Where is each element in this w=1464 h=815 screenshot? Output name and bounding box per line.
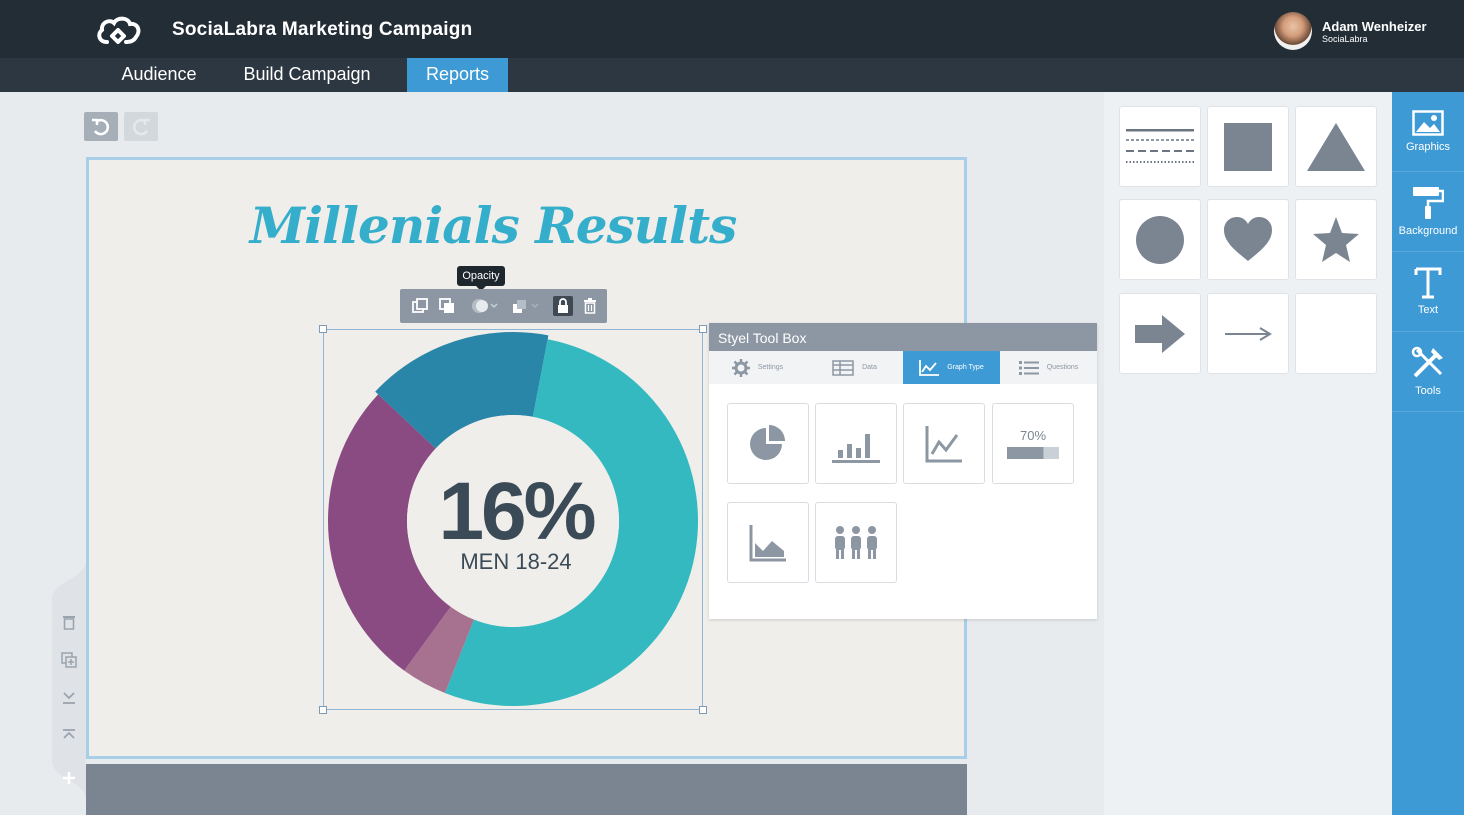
opacity-tooltip: Opacity [457, 266, 505, 291]
style-toolbox: Styel Tool Box Settings Data Graph Type … [709, 323, 1097, 619]
sidebar-item-background[interactable]: Background [1392, 172, 1464, 252]
bar-chart-icon [832, 433, 880, 463]
redo-button[interactable] [124, 112, 158, 141]
tab-audience[interactable]: Audience [104, 58, 214, 92]
tab-label: Questions [1046, 364, 1079, 371]
sidebar-item-label: Text [1417, 304, 1439, 316]
graph-option-people[interactable] [815, 502, 897, 583]
pie-chart-icon [750, 424, 785, 460]
graph-option-progress[interactable]: 70% [992, 403, 1074, 484]
app-title: SociaLabra Marketing Campaign [172, 19, 473, 40]
side-tools-background [52, 560, 86, 800]
resize-handle[interactable] [319, 706, 327, 714]
user-organization: SociaLabra [1322, 34, 1368, 44]
canvas-footer [86, 764, 967, 815]
trash-icon[interactable] [580, 296, 600, 316]
side-tools [52, 560, 86, 800]
text-icon [1414, 267, 1442, 299]
tab-label: Settings [757, 364, 784, 371]
progress-bar-icon [1007, 447, 1059, 459]
cloud-logo-icon[interactable] [95, 14, 143, 48]
people-chart-icon [835, 525, 877, 559]
arrow-line-icon [1225, 326, 1272, 341]
graphics-gallery [1104, 92, 1392, 815]
undo-icon [92, 118, 110, 136]
lock-icon[interactable] [553, 296, 573, 316]
delete-icon[interactable] [60, 613, 78, 631]
tab-data[interactable]: Data [806, 351, 903, 384]
sidebar-item-label: Tools [1415, 385, 1441, 397]
shape-triangle[interactable] [1295, 106, 1377, 187]
user-name[interactable]: Adam Wenheizer [1322, 19, 1427, 34]
main-nav: Audience Build Campaign Reports [0, 58, 1464, 92]
tab-reports[interactable]: Reports [407, 58, 508, 92]
paint-roller-icon [1413, 187, 1444, 219]
list-icon [1018, 360, 1039, 375]
move-up-icon[interactable] [60, 726, 78, 744]
tab-label: Data [862, 364, 877, 371]
undo-button[interactable] [84, 112, 118, 141]
sidebar-item-text[interactable]: Text [1392, 252, 1464, 332]
shape-star[interactable] [1295, 199, 1377, 280]
move-down-icon[interactable] [60, 689, 78, 707]
table-icon [832, 359, 854, 376]
shape-block-arrow[interactable] [1119, 293, 1201, 374]
add-copy-icon[interactable] [60, 651, 78, 669]
heart-icon [1224, 216, 1272, 261]
area-chart-icon [749, 524, 786, 561]
triangle-icon [1307, 122, 1365, 171]
tab-questions[interactable]: Questions [1000, 351, 1097, 384]
shape-lines[interactable] [1119, 106, 1201, 187]
element-toolbar [400, 289, 607, 323]
add-icon[interactable] [60, 769, 78, 787]
tools-icon [1411, 346, 1443, 378]
donut-percentage: 16% [438, 466, 596, 557]
toolbox-title: Styel Tool Box [709, 323, 1097, 351]
graph-option-line[interactable] [903, 403, 985, 484]
shape-square[interactable] [1207, 106, 1289, 187]
shape-heart[interactable] [1207, 199, 1289, 280]
layer-order-icon[interactable] [509, 296, 541, 316]
redo-icon [132, 118, 150, 136]
graph-option-pie[interactable] [727, 403, 809, 484]
resize-handle[interactable] [319, 325, 327, 333]
canvas-title[interactable]: Millenials Results [86, 196, 900, 255]
sidebar-item-label: Background [1398, 225, 1458, 237]
duplicate-icon[interactable] [410, 296, 430, 316]
donut-caption: MEN 18-24 [460, 549, 572, 574]
shape-line-arrow[interactable] [1207, 293, 1289, 374]
square-icon [1224, 122, 1272, 171]
lines-icon [1126, 128, 1194, 163]
tab-build-campaign[interactable]: Build Campaign [228, 58, 386, 92]
shape-empty-slot[interactable] [1295, 293, 1377, 374]
tab-settings[interactable]: Settings [709, 351, 806, 384]
circle-icon [1136, 215, 1184, 264]
sidebar-item-label: Graphics [1405, 141, 1451, 153]
tab-label: Graph Type [947, 364, 984, 371]
sidebar-item-graphics[interactable]: Graphics [1392, 92, 1464, 172]
arrow-block-icon [1135, 314, 1185, 353]
user-avatar[interactable] [1274, 12, 1312, 50]
star-icon [1313, 216, 1359, 262]
copy-style-icon[interactable] [437, 296, 457, 316]
tab-graph-type[interactable]: Graph Type [903, 351, 1000, 384]
opacity-icon[interactable] [470, 296, 500, 316]
gear-icon [731, 358, 750, 377]
shape-circle[interactable] [1119, 199, 1201, 280]
line-chart-icon [925, 425, 962, 462]
image-icon [1412, 110, 1444, 136]
resize-handle[interactable] [699, 325, 707, 333]
top-bar: SociaLabra Marketing Campaign Adam Wenhe… [0, 0, 1464, 58]
resize-handle[interactable] [699, 706, 707, 714]
graph-option-area[interactable] [727, 502, 809, 583]
right-sidebar: Graphics Background Text Tools [1392, 92, 1464, 815]
graph-option-bar[interactable] [815, 403, 897, 484]
sidebar-item-tools[interactable]: Tools [1392, 332, 1464, 412]
progress-percent-label: 70% [1019, 428, 1047, 443]
line-chart-icon [919, 359, 940, 376]
